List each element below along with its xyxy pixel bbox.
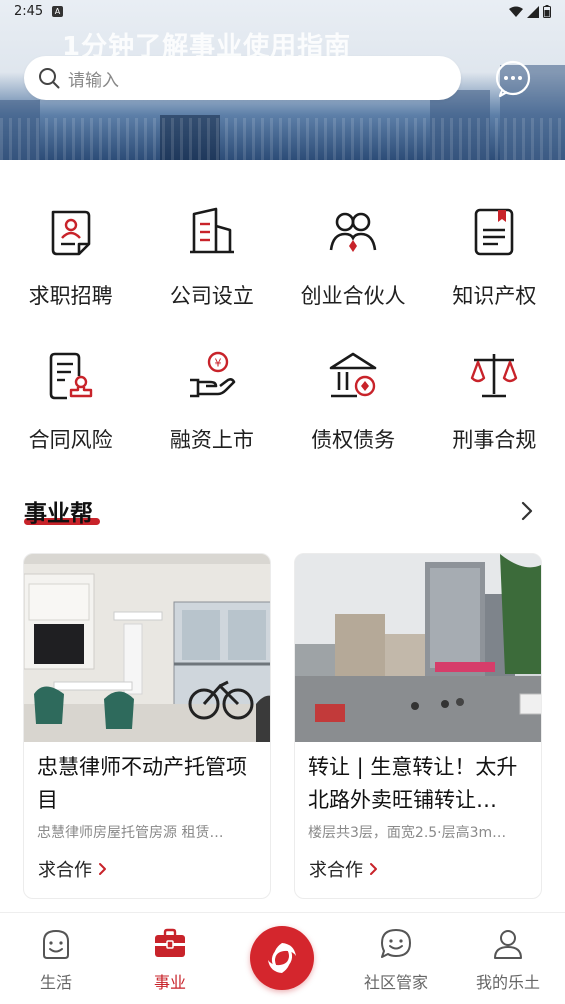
status-time: 2:45 bbox=[14, 4, 44, 19]
category-label: 债权债务 bbox=[311, 428, 396, 452]
cooperate-label: 求合作 bbox=[38, 860, 92, 881]
nav-career[interactable]: 事业 bbox=[130, 927, 210, 993]
center-logo-button[interactable] bbox=[250, 926, 314, 990]
nav-label: 社区管家 bbox=[363, 973, 428, 992]
smile-face-icon bbox=[43, 929, 69, 959]
project-card[interactable]: 转让 | 生意转让！太升北路外卖旺铺转让… 楼层共3层，面宽2.5·层高3m… … bbox=[294, 553, 542, 899]
nav-label: 事业 bbox=[153, 973, 186, 992]
category-startup-partner[interactable]: 创业合伙人 bbox=[283, 200, 424, 344]
chevron-right-icon[interactable] bbox=[519, 500, 535, 522]
scales-icon bbox=[471, 354, 518, 398]
chevron-right-icon bbox=[370, 863, 377, 875]
message-icon[interactable] bbox=[494, 60, 532, 98]
notification-badge-icon: A bbox=[52, 6, 63, 17]
hand-coin-icon: ¥ bbox=[189, 351, 236, 398]
category-job-recruit[interactable]: 求职招聘 bbox=[0, 200, 141, 344]
cooperate-link[interactable]: 求合作 bbox=[38, 856, 107, 882]
cooperate-label: 求合作 bbox=[309, 860, 363, 881]
app-logo-icon bbox=[268, 943, 296, 973]
category-label: 知识产权 bbox=[452, 284, 537, 308]
category-criminal-compliance[interactable]: 刑事合规 bbox=[424, 344, 565, 488]
card-title: 忠慧律师不动产托管项目 bbox=[37, 755, 247, 812]
card-image bbox=[24, 554, 270, 742]
category-financing-ipo[interactable]: ¥ 融资上市 bbox=[141, 344, 282, 488]
svg-text:¥: ¥ bbox=[214, 357, 221, 370]
project-card[interactable]: 忠慧律师不动产托管项目 忠慧律师房屋托管房源 租赁… 求合作 bbox=[23, 553, 271, 899]
bank-icon bbox=[329, 352, 377, 398]
contract-stamp-icon bbox=[49, 352, 92, 400]
search-input[interactable]: 请输入 bbox=[68, 66, 119, 91]
briefcase-icon bbox=[155, 928, 185, 957]
search-bar[interactable]: 请输入 bbox=[24, 56, 461, 100]
cooperate-link[interactable]: 求合作 bbox=[309, 856, 378, 882]
nav-my[interactable]: 我的乐土 bbox=[468, 927, 548, 993]
category-label: 刑事合规 bbox=[452, 428, 537, 452]
category-label: 融资上市 bbox=[169, 428, 254, 452]
signal-icon bbox=[527, 5, 539, 18]
category-label: 合同风险 bbox=[28, 428, 113, 452]
search-icon bbox=[39, 68, 60, 89]
battery-icon bbox=[543, 5, 551, 18]
card-description: 忠慧律师房屋托管房源 租赁… bbox=[37, 825, 224, 841]
status-bar: 2:45 A bbox=[0, 0, 565, 26]
chat-face-icon bbox=[381, 929, 411, 958]
chevron-right-icon bbox=[99, 863, 106, 875]
nav-label: 生活 bbox=[39, 973, 72, 992]
section-title: 事业帮 bbox=[24, 501, 93, 527]
category-label: 求职招聘 bbox=[28, 284, 113, 308]
user-icon bbox=[494, 930, 522, 959]
resume-icon bbox=[51, 210, 90, 256]
nav-life[interactable]: 生活 bbox=[16, 927, 96, 993]
card-description: 楼层共3层，面宽2.5·层高3m… bbox=[308, 825, 507, 841]
category-contract-risk[interactable]: 合同风险 bbox=[0, 344, 141, 488]
category-grid: 求职招聘 公司设立 创业合伙人 知识产权 合同风险 ¥ 融资上市 债权债务 刑事… bbox=[0, 200, 565, 488]
category-company-setup[interactable]: 公司设立 bbox=[141, 200, 282, 344]
document-bookmark-icon bbox=[475, 208, 514, 256]
wifi-icon bbox=[509, 6, 523, 17]
category-debt[interactable]: 债权债务 bbox=[283, 344, 424, 488]
category-label: 公司设立 bbox=[169, 284, 254, 308]
card-image bbox=[295, 554, 541, 742]
section-header: 事业帮 bbox=[24, 494, 541, 530]
building-icon bbox=[189, 207, 234, 254]
category-ip[interactable]: 知识产权 bbox=[424, 200, 565, 344]
card-title: 转让 | 生意转让！太升北路外卖旺铺转让… bbox=[308, 755, 518, 812]
nav-label: 我的乐土 bbox=[475, 973, 540, 992]
category-label: 创业合伙人 bbox=[300, 284, 406, 308]
partners-icon bbox=[329, 212, 377, 252]
nav-community[interactable]: 社区管家 bbox=[356, 927, 436, 993]
